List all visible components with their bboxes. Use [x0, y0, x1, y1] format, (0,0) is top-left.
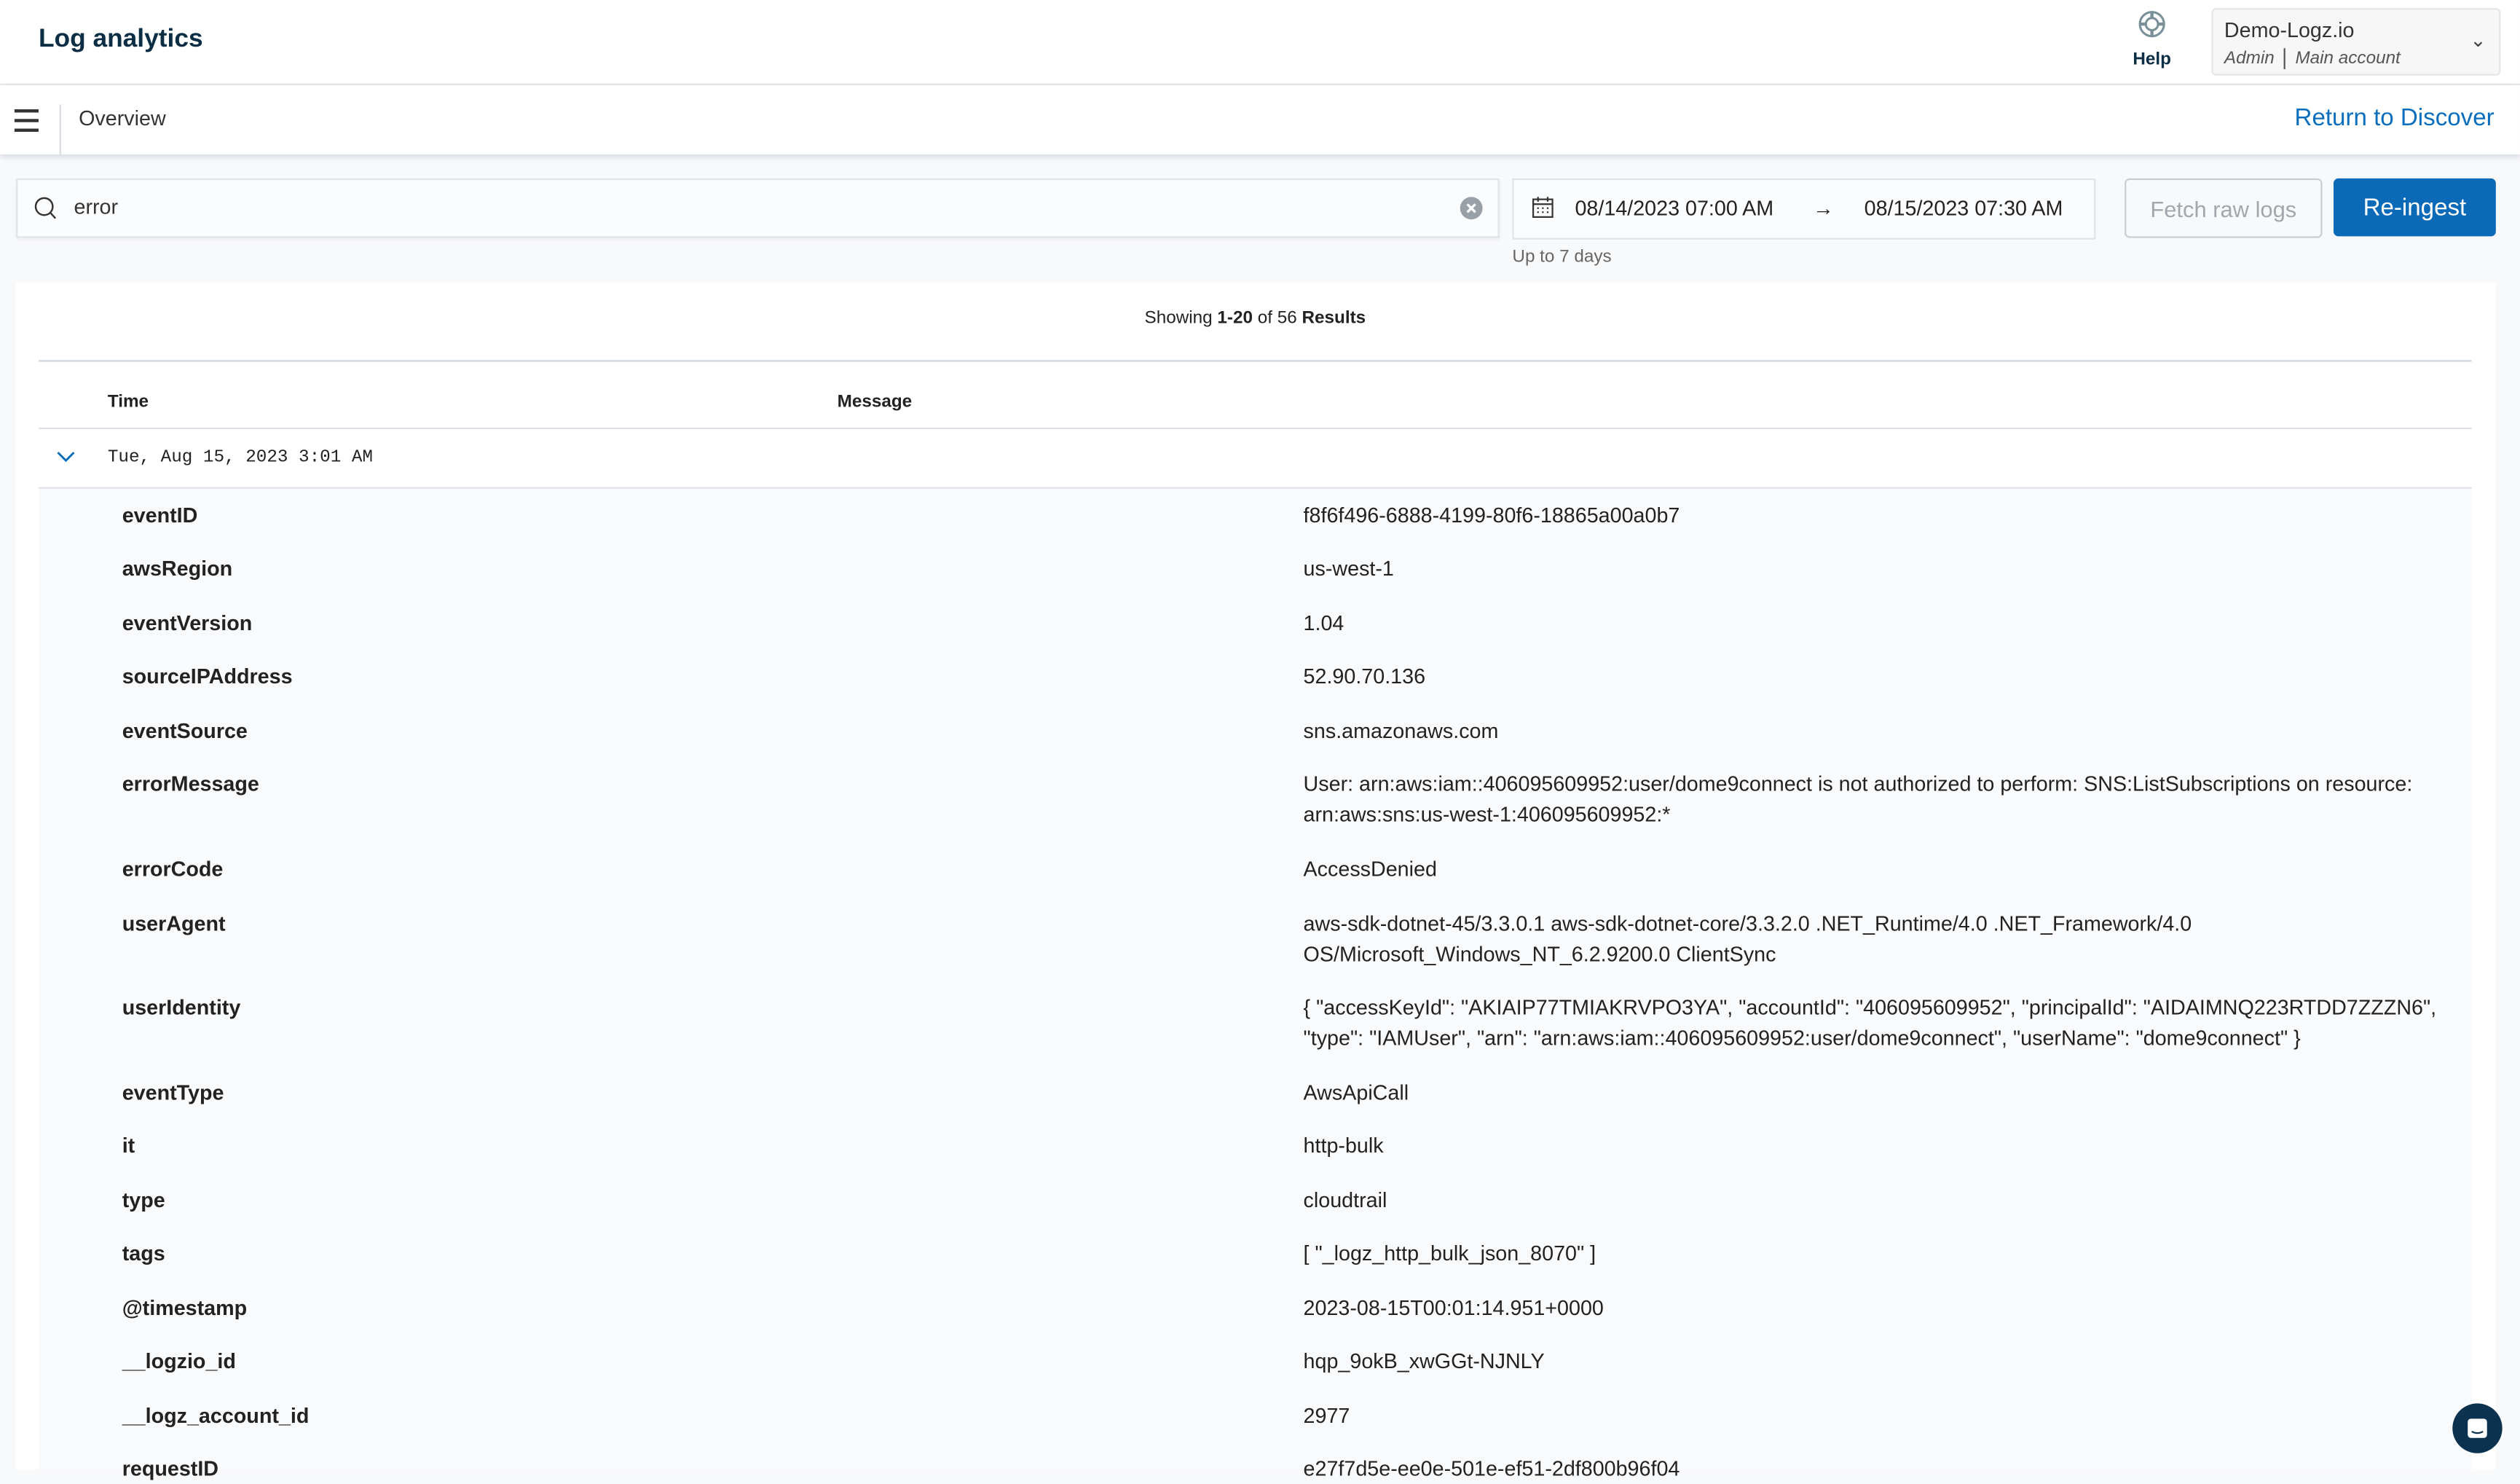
re-ingest-button[interactable]: Re-ingest [2333, 178, 2496, 237]
date-range-hint: Up to 7 days [1512, 247, 1612, 267]
field-value: http-bulk [1303, 1133, 1384, 1158]
date-to[interactable]: 08/15/2023 07:30 AM [1865, 196, 2063, 220]
field-value: us-west-1 [1303, 556, 1394, 581]
divider [38, 427, 2472, 430]
date-from[interactable]: 08/14/2023 07:00 AM [1575, 196, 1773, 220]
account-role: Admin [2224, 49, 2275, 68]
app-title: Log analytics [38, 25, 203, 53]
field-key: eventSource [122, 718, 248, 743]
field-value: 52.90.70.136 [1303, 664, 1426, 688]
help-label: Help [2133, 50, 2171, 69]
field-value: AwsApiCall [1303, 1080, 1409, 1104]
field-value: AccessDenied [1303, 857, 1437, 882]
field-key: it [122, 1133, 135, 1158]
field-key: errorCode [122, 857, 224, 882]
field-key: __logz_account_id [122, 1403, 310, 1428]
search-box [16, 178, 1500, 238]
field-value: User: arn:aws:iam::406095609952:user/dom… [1303, 772, 2413, 827]
field-value: { "accessKeyId": "AKIAIP77TMIAKRVPO3YA",… [1303, 994, 2437, 1050]
field-value: cloudtrail [1303, 1187, 1387, 1212]
field-value: 2023-08-15T00:01:14.951+0000 [1303, 1295, 1604, 1320]
field-key: tags [122, 1241, 165, 1265]
return-to-discover-link[interactable]: Return to Discover [2295, 104, 2495, 132]
field-value: 1.04 [1303, 611, 1344, 635]
field-key: eventVersion [122, 611, 253, 635]
field-key: errorMessage [122, 772, 259, 796]
field-key: userIdentity [122, 994, 241, 1019]
column-header-time: Time [107, 392, 149, 412]
field-key: eventType [122, 1080, 224, 1104]
field-value: sns.amazonaws.com [1303, 718, 1499, 743]
chevron-down-icon[interactable] [56, 450, 75, 463]
field-key: userAgent [122, 911, 226, 936]
log-row-time[interactable]: Tue, Aug 15, 2023 3:01 AM [108, 449, 373, 468]
calendar-icon [1532, 197, 1554, 218]
chevron-down-icon: ⌄ [2470, 28, 2486, 52]
field-key: eventID [122, 503, 198, 527]
divider [38, 360, 2472, 362]
field-value: 2977 [1303, 1403, 1350, 1428]
search-input[interactable] [74, 194, 1441, 219]
page-title: Overview [79, 106, 166, 130]
field-key: awsRegion [122, 556, 233, 581]
field-value: [ "_logz_http_bulk_json_8070" ] [1303, 1241, 1596, 1265]
column-header-message: Message [837, 392, 913, 412]
nav-bar [0, 85, 2520, 154]
chat-icon [2468, 1418, 2487, 1438]
divider [59, 104, 61, 154]
account-name: Demo-Logz.io [2224, 17, 2355, 42]
field-key: type [122, 1187, 165, 1212]
field-value: f8f6f496-6888-4199-80f6-18865a00a0b7 [1303, 503, 1680, 527]
fetch-raw-logs-button[interactable]: Fetch raw logs [2125, 178, 2323, 238]
field-key: __logzio_id [122, 1348, 236, 1373]
field-key: @timestamp [122, 1295, 248, 1320]
help-button[interactable]: Help [2118, 9, 2186, 69]
arrow-right-icon: → [1813, 196, 1834, 221]
field-value: aws-sdk-dotnet-45/3.3.0.1 aws-sdk-dotnet… [1303, 911, 2192, 967]
field-value: hqp_9okB_xwGGt-NJNLY [1303, 1348, 1545, 1373]
field-key: sourceIPAddress [122, 664, 293, 688]
date-range-picker[interactable]: 08/14/2023 07:00 AM → 08/15/2023 07:30 A… [1512, 178, 2096, 240]
search-icon [34, 197, 57, 219]
lifebuoy-icon [2138, 11, 2165, 38]
results-count: Showing 1-20 of 56 Results [1144, 308, 1366, 329]
account-selector[interactable]: Demo-Logz.io Admin Main account ⌄ [2211, 8, 2501, 76]
menu-icon[interactable] [14, 109, 39, 138]
account-type: Main account [2295, 49, 2401, 68]
clear-icon[interactable] [1460, 196, 1484, 220]
